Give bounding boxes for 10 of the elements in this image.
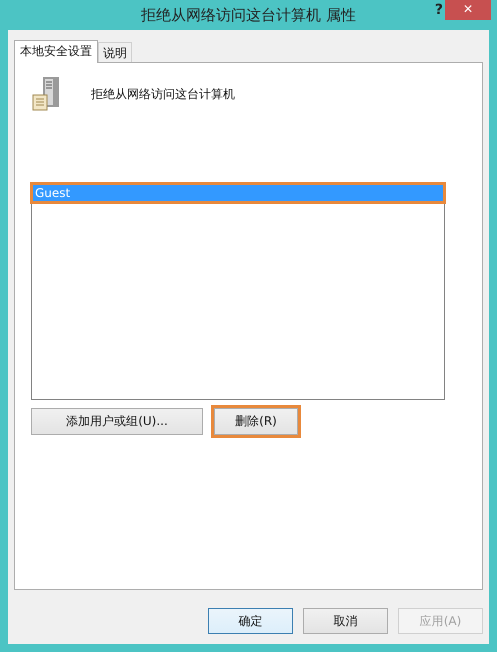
close-button[interactable]: × <box>445 0 491 20</box>
ok-button[interactable]: 确定 <box>208 608 293 634</box>
remove-button[interactable]: 删除(R) <box>214 408 298 435</box>
window-title: 拒绝从网络访问这台计算机 属性 <box>141 6 356 24</box>
tab[interactable]: 说明 <box>98 42 132 62</box>
tab[interactable]: 本地安全设置 <box>14 40 98 63</box>
cancel-button[interactable]: 取消 <box>303 608 388 634</box>
add-button[interactable]: 添加用户或组(U)... <box>31 408 203 435</box>
policy-name: 拒绝从网络访问这台计算机 <box>91 86 235 103</box>
help-button[interactable]: ? <box>434 2 443 18</box>
